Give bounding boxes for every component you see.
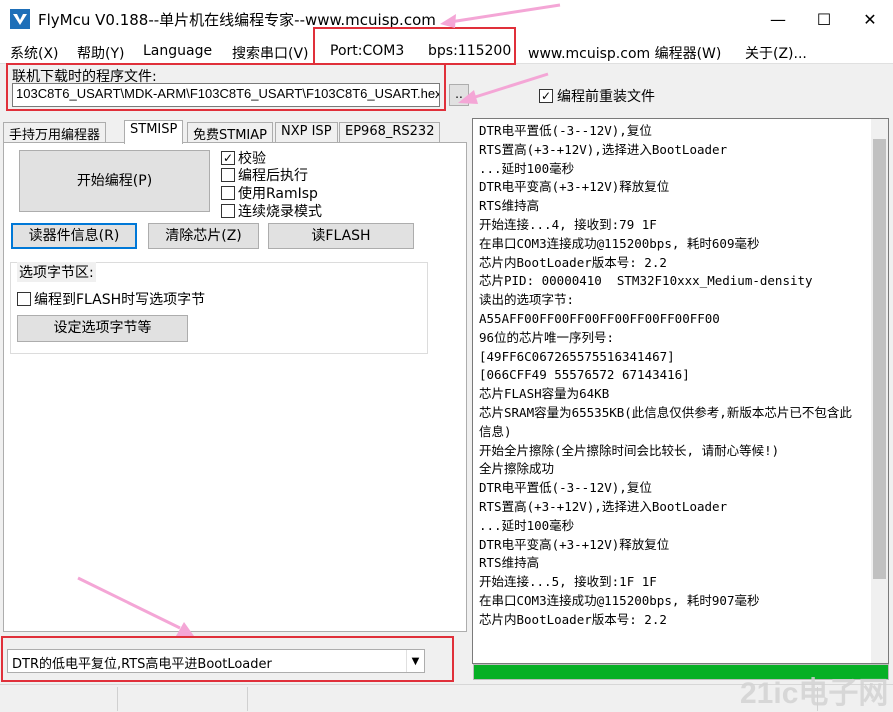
tab-free-stmiap[interactable]: 免费STMIAP	[187, 122, 273, 143]
reset-mode-value: DTR的低电平复位,RTS高电平进BootLoader	[12, 657, 272, 672]
log-output[interactable]: DTR电平置低(-3--12V),复位 RTS置高(+3-+12V),选择进入Bo…	[472, 118, 889, 664]
log-line: 开始连接...4, 接收到:79 1F	[479, 216, 657, 232]
log-line: 芯片内BootLoader版本号: 2.2	[479, 254, 667, 270]
log-line: RTS维持高	[479, 555, 540, 571]
continuous-label: 连续烧录模式	[238, 204, 322, 220]
use-ramisp-checkbox[interactable]: 使用RamIsp	[221, 183, 318, 203]
menu-bar: 系统(X) 帮助(Y) Language 搜索串口(V) Port:COM3 b…	[0, 38, 893, 64]
use-ramisp-label: 使用RamIsp	[238, 186, 318, 202]
tab-nxp-isp[interactable]: NXP ISP	[275, 122, 338, 142]
start-program-button[interactable]: 开始编程(P)	[19, 150, 210, 212]
log-line: 全片擦除成功	[479, 461, 555, 477]
log-line: [066CFF49 55576572 67143416]	[479, 367, 690, 383]
log-scrollbar[interactable]	[871, 119, 888, 663]
menu-about[interactable]: 关于(Z)...	[745, 43, 807, 63]
status-cell-2	[118, 687, 248, 711]
maximize-button[interactable]: ☐	[801, 0, 847, 38]
log-line: 读出的选项字节:	[479, 292, 575, 308]
menu-bps[interactable]: bps:115200	[428, 43, 511, 59]
log-line: [49FF6C067265575516341467]	[479, 348, 675, 364]
status-cell-1	[0, 687, 118, 711]
program-file-input[interactable]: 103C8T6_USART\MDK-ARM\F103C8T6_USART\F10…	[12, 83, 440, 107]
log-line: 开始全片擦除(全片擦除时间会比较长, 请耐心等候!)	[479, 442, 780, 458]
menu-system[interactable]: 系统(X)	[10, 43, 59, 63]
continuous-mode-checkbox[interactable]: 连续烧录模式	[221, 201, 322, 221]
window-title: FlyMcu V0.188--单片机在线编程专家--www.mcuisp.com	[38, 11, 436, 29]
minimize-button[interactable]: —	[755, 0, 801, 38]
tab-ep968[interactable]: EP968_RS232	[339, 122, 441, 142]
write-option-bytes-checkbox[interactable]: 编程到FLASH时写选项字节	[17, 289, 205, 309]
menu-programmer[interactable]: www.mcuisp.com 编程器(W)	[528, 43, 721, 63]
reload-before-program-checkbox[interactable]: ✓ 编程前重装文件	[539, 86, 655, 106]
maximize-icon: ☐	[816, 9, 832, 29]
log-scroll-thumb[interactable]	[873, 139, 886, 579]
read-flash-button[interactable]: 读FLASH	[268, 223, 414, 249]
set-option-bytes-button[interactable]: 设定选项字节等	[17, 315, 188, 342]
log-line: 芯片PID: 00000410 STM32F10xxx_Medium-densi…	[479, 273, 813, 289]
run-after-label: 编程后执行	[238, 168, 308, 184]
use-ramisp-check-box[interactable]	[221, 186, 235, 200]
tab-stmisp[interactable]: STMISP	[124, 120, 184, 144]
log-line: 96位的芯片唯一序列号:	[479, 329, 615, 345]
verify-check-box[interactable]: ✓	[221, 151, 235, 165]
write-option-check-box[interactable]	[17, 292, 31, 306]
tab-handheld-programmer[interactable]: 手持万用编程器	[3, 122, 107, 143]
flymcu-logo-icon	[10, 9, 30, 29]
title-bar: FlyMcu V0.188--单片机在线编程专家--www.mcuisp.com…	[0, 0, 893, 38]
menu-port[interactable]: Port:COM3	[330, 43, 404, 59]
run-after-checkbox[interactable]: 编程后执行	[221, 165, 308, 185]
log-line: DTR电平置低(-3--12V),复位	[479, 480, 652, 496]
reset-mode-select[interactable]: DTR的低电平复位,RTS高电平进BootLoader ▼	[7, 649, 425, 673]
log-line: 在串口COM3连接成功@115200bps, 耗时609毫秒	[479, 235, 760, 251]
flymcu-window: FlyMcu V0.188--单片机在线编程专家--www.mcuisp.com…	[0, 0, 893, 712]
menu-language[interactable]: Language	[143, 43, 212, 59]
chevron-down-icon[interactable]: ▼	[406, 650, 424, 672]
log-line: 开始连接...5, 接收到:1F 1F	[479, 574, 657, 590]
log-line: 芯片SRAM容量为65535KB(此信息仅供参考,新版本芯片已不包含此信息)	[479, 404, 852, 439]
log-line: RTS置高(+3-+12V),选择进入BootLoader	[479, 141, 728, 157]
log-line: 芯片FLASH容量为64KB	[479, 386, 610, 402]
reload-label: 编程前重装文件	[557, 89, 655, 105]
log-line: DTR电平变高(+3-+12V)释放复位	[479, 536, 670, 552]
log-line: RTS维持高	[479, 198, 540, 214]
log-line: RTS置高(+3-+12V),选择进入BootLoader	[479, 498, 728, 514]
minimize-icon: —	[770, 9, 786, 29]
status-cell-3	[248, 687, 818, 711]
log-line: A55AFF00FF00FF00FF00FF00FF00FF00	[479, 310, 720, 326]
run-after-check-box[interactable]	[221, 168, 235, 182]
clear-chip-button[interactable]: 清除芯片(Z)	[148, 223, 259, 249]
log-line: 在串口COM3连接成功@115200bps, 耗时907毫秒	[479, 592, 760, 608]
reload-check-box[interactable]: ✓	[539, 89, 553, 103]
log-line: 芯片内BootLoader版本号: 2.2	[479, 611, 667, 627]
option-bytes-group-label: 选项字节区:	[17, 262, 96, 282]
browse-file-button[interactable]: ..	[449, 84, 469, 106]
close-icon: ✕	[863, 9, 877, 29]
log-line: ...延时100毫秒	[479, 160, 575, 176]
menu-search-port[interactable]: 搜索串口(V)	[232, 43, 309, 63]
close-button[interactable]: ✕	[847, 0, 893, 38]
log-line: ...延时100毫秒	[479, 517, 575, 533]
site-watermark: 21ic电子网	[740, 677, 889, 710]
read-device-info-button[interactable]: 读器件信息(R)	[11, 223, 137, 249]
menu-help[interactable]: 帮助(Y)	[77, 43, 124, 63]
annotation-arrow-mid	[471, 72, 549, 100]
log-line: DTR电平置低(-3--12V),复位	[479, 123, 652, 138]
write-option-label: 编程到FLASH时写选项字节	[34, 292, 206, 308]
log-lines: DTR电平置低(-3--12V),复位 RTS置高(+3-+12V),选择进入Bo…	[479, 122, 863, 630]
log-line: DTR电平变高(+3-+12V)释放复位	[479, 179, 670, 195]
continuous-check-box[interactable]	[221, 204, 235, 218]
